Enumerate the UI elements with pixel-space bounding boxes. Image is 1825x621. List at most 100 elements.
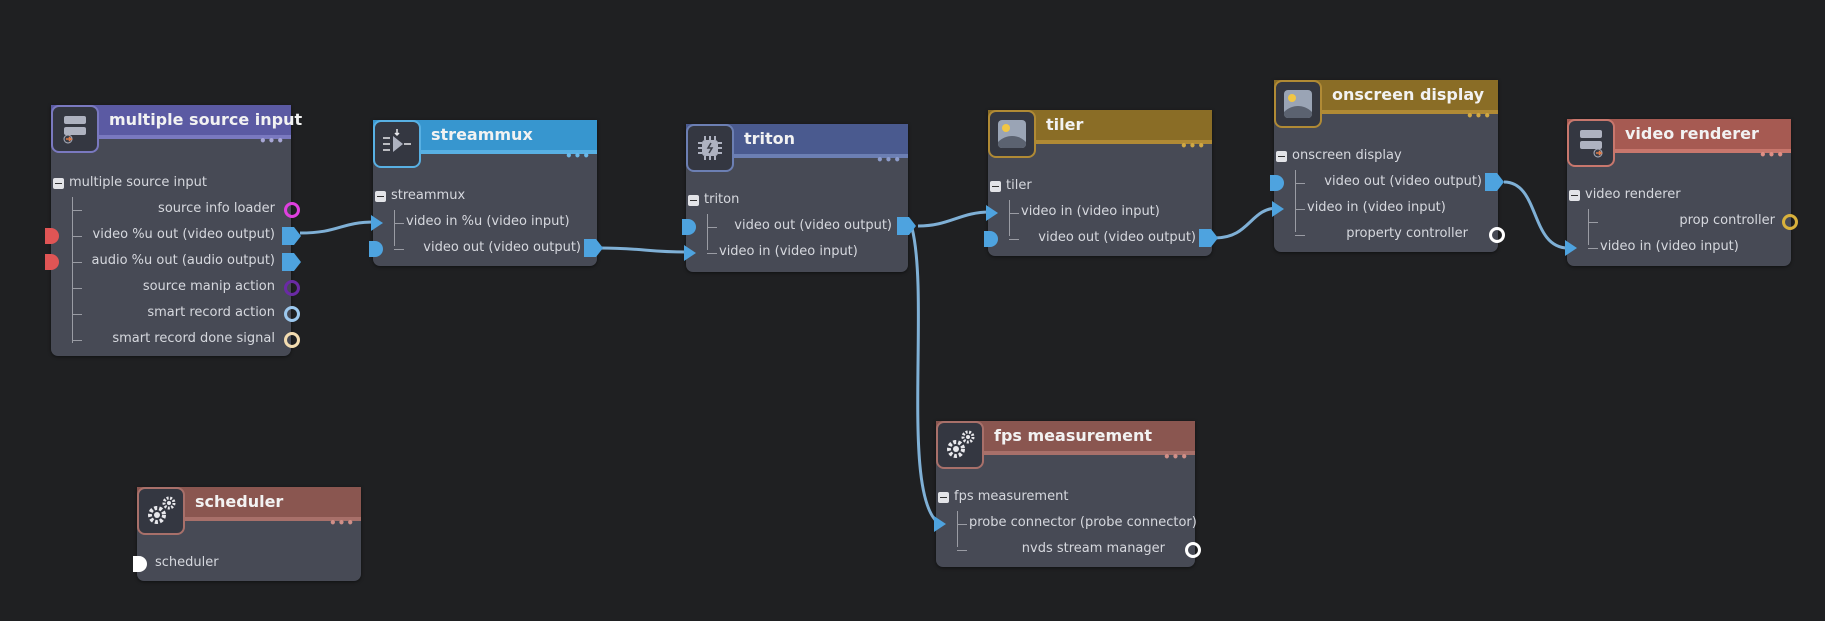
- node-video-renderer[interactable]: video renderer ••• video renderer prop c…: [1565, 119, 1798, 266]
- row-label: video in (video input): [1021, 204, 1160, 219]
- port-scheduler[interactable]: [133, 555, 147, 573]
- collapse-toggle[interactable]: [1276, 151, 1287, 162]
- group-row[interactable]: streammux: [373, 184, 597, 210]
- collapse-toggle[interactable]: [688, 195, 699, 206]
- image-icon: [988, 110, 1036, 158]
- port-video-out-side[interactable]: [682, 218, 696, 236]
- group-label: triton: [704, 192, 740, 207]
- row-label: source manip action: [142, 279, 275, 294]
- port-video-out[interactable]: [1484, 172, 1506, 192]
- port-video-in[interactable]: [1270, 199, 1288, 219]
- port-video-out[interactable]: [1198, 228, 1220, 248]
- port-video-in[interactable]: [1563, 238, 1581, 258]
- group-row[interactable]: video renderer: [1567, 183, 1791, 209]
- row-label: video in %u (video input): [406, 214, 570, 229]
- image-icon: [1274, 80, 1322, 128]
- port-smart-record-done[interactable]: [283, 331, 301, 349]
- row-label: smart record done signal: [112, 331, 275, 346]
- server-rack-icon: [51, 105, 99, 153]
- port-property-controller[interactable]: [1488, 226, 1506, 244]
- row-video-in: video in (video input): [1274, 196, 1498, 222]
- wire-tiler-to-osd: [1214, 206, 1279, 240]
- group-label: video renderer: [1585, 187, 1681, 202]
- row-label: source info loader: [158, 201, 275, 216]
- port-video-in-red[interactable]: [45, 227, 59, 245]
- row-label: video in (video input): [719, 244, 858, 259]
- node-menu-button[interactable]: •••: [1759, 149, 1785, 161]
- port-video-in-side[interactable]: [984, 230, 998, 248]
- node-title: tiler: [1046, 115, 1084, 134]
- row-label: video in (video input): [1307, 200, 1446, 215]
- port-probe-connector[interactable]: [932, 514, 950, 534]
- group-row: scheduler: [137, 551, 361, 577]
- group-label: fps measurement: [954, 489, 1069, 504]
- collapse-toggle[interactable]: [1569, 190, 1580, 201]
- mux-icon: [373, 120, 421, 168]
- port-video-out[interactable]: [896, 216, 918, 236]
- collapse-toggle[interactable]: [938, 492, 949, 503]
- node-scheduler[interactable]: scheduler ••• scheduler: [133, 487, 361, 581]
- group-row[interactable]: onscreen display: [1274, 144, 1498, 170]
- port-source-info-loader[interactable]: [283, 201, 301, 219]
- node-title: multiple source input: [109, 110, 303, 129]
- port-video-out[interactable]: [583, 238, 605, 258]
- graph-canvas[interactable]: multiple source input ••• multiple sourc…: [0, 0, 1825, 621]
- chip-icon: [686, 124, 734, 172]
- port-prop-controller[interactable]: [1781, 213, 1799, 231]
- row-video-out: video out (video output): [373, 236, 597, 262]
- row-video-in: video in %u (video input): [373, 210, 597, 236]
- port-video-in[interactable]: [984, 203, 1002, 223]
- wire-triton-to-tiler: [917, 210, 991, 228]
- node-onscreen-display[interactable]: onscreen display ••• onscreen display vi…: [1270, 80, 1505, 252]
- node-menu-button[interactable]: •••: [1163, 451, 1189, 463]
- node-title: onscreen display: [1332, 85, 1485, 104]
- group-label: onscreen display: [1292, 148, 1402, 163]
- port-video-out[interactable]: [281, 226, 303, 246]
- node-menu-button[interactable]: •••: [259, 135, 285, 147]
- row-label: video %u out (video output): [92, 227, 275, 242]
- group-row[interactable]: multiple source input: [51, 171, 291, 197]
- row-label: probe connector (probe connector): [969, 515, 1197, 530]
- group-row[interactable]: triton: [686, 188, 908, 214]
- row-probe-connector: probe connector (probe connector): [936, 511, 1197, 537]
- port-audio-out[interactable]: [281, 252, 303, 272]
- port-video-out-side[interactable]: [1270, 174, 1284, 192]
- node-menu-button[interactable]: •••: [565, 150, 591, 162]
- node-menu-button[interactable]: •••: [876, 154, 902, 166]
- server-rack-icon: [1567, 119, 1615, 167]
- node-triton[interactable]: triton ••• triton video out (video outpu…: [682, 124, 916, 272]
- row-label: video out (video output): [1324, 174, 1482, 189]
- port-video-in-side[interactable]: [369, 240, 383, 258]
- row-label: property controller: [1346, 226, 1468, 241]
- node-menu-button[interactable]: •••: [1180, 140, 1206, 152]
- node-fps-measurement[interactable]: fps measurement ••• fps measurement prob…: [934, 421, 1201, 567]
- node-menu-button[interactable]: •••: [1466, 110, 1492, 122]
- port-source-manip[interactable]: [283, 279, 301, 297]
- node-title: triton: [744, 129, 796, 148]
- row-label: nvds stream manager: [1021, 541, 1165, 556]
- row-nvds-stream-manager: nvds stream manager: [936, 537, 1195, 563]
- row-prop-controller: prop controller: [1567, 209, 1791, 235]
- group-row[interactable]: tiler: [988, 174, 1212, 200]
- row-video-in: video in (video input): [686, 240, 908, 266]
- row-video-out: video out (video output): [988, 226, 1212, 252]
- row-label: smart record action: [147, 305, 275, 320]
- group-row[interactable]: fps measurement: [936, 485, 1195, 511]
- node-menu-button[interactable]: •••: [329, 517, 355, 529]
- node-title: video renderer: [1625, 124, 1759, 143]
- node-tiler[interactable]: tiler ••• tiler video in (video input) v…: [984, 110, 1218, 256]
- row-label: prop controller: [1679, 213, 1775, 228]
- port-video-in[interactable]: [369, 213, 387, 233]
- collapse-toggle[interactable]: [375, 191, 386, 202]
- group-label: multiple source input: [69, 175, 207, 190]
- port-video-in[interactable]: [682, 243, 700, 263]
- port-audio-in-red[interactable]: [45, 253, 59, 271]
- port-smart-record-action[interactable]: [283, 305, 301, 323]
- port-nvds-stream-manager[interactable]: [1184, 541, 1202, 559]
- node-multiple-source-input[interactable]: multiple source input ••• multiple sourc…: [45, 105, 302, 356]
- collapse-toggle[interactable]: [990, 181, 1001, 192]
- collapse-toggle[interactable]: [53, 178, 64, 189]
- node-streammux[interactable]: streammux ••• streammux video in %u (vid…: [369, 120, 603, 266]
- row-smart-record-done: smart record done signal: [51, 327, 291, 353]
- group-label: scheduler: [155, 555, 219, 570]
